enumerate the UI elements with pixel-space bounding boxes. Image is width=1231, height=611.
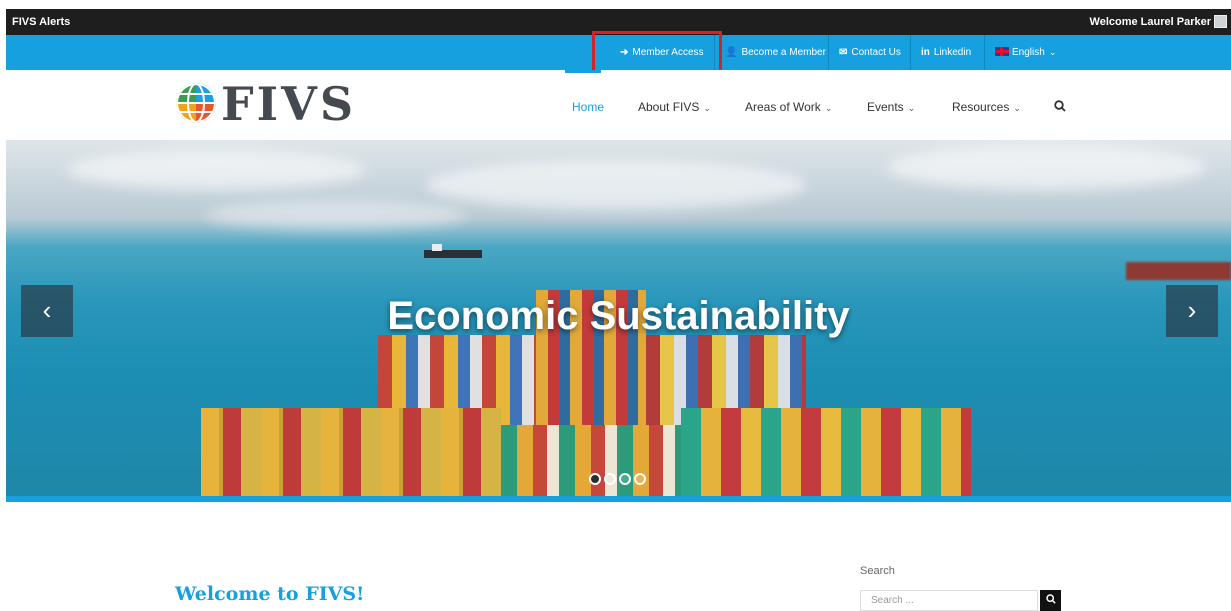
linkedin-icon: in xyxy=(921,47,930,58)
linkedin-link[interactable]: in Linkedin xyxy=(910,35,981,70)
language-selector[interactable]: English ⌄ xyxy=(984,35,1066,70)
hero-divider xyxy=(6,496,1231,502)
chevron-down-icon: ⌄ xyxy=(824,103,833,113)
slider-dot-2[interactable] xyxy=(604,473,616,485)
nav-areas-of-work[interactable]: Areas of Work ⌄ xyxy=(745,70,832,140)
chevron-down-icon: ⌄ xyxy=(703,103,711,113)
fivs-alerts-link[interactable]: FIVS Alerts xyxy=(12,16,70,28)
envelope-icon: ✉ xyxy=(839,47,848,58)
slider-dot-4[interactable] xyxy=(634,473,646,485)
hero-slider: Economic Sustainability ‹ › xyxy=(6,140,1231,496)
become-member-link[interactable]: 👤 Become a Member xyxy=(714,35,836,70)
logo-wordmark[interactable]: FIVS xyxy=(221,77,356,131)
nav-resources-label: Resources xyxy=(952,100,1010,114)
hero-title: Economic Sustainability xyxy=(387,294,850,338)
nav-about-fivs[interactable]: About FIVS ⌄ xyxy=(638,70,711,140)
slider-dot-3[interactable] xyxy=(619,473,631,485)
search-icon xyxy=(1045,594,1056,604)
nav-events[interactable]: Events ⌄ xyxy=(867,70,915,140)
site-header: FIVS Home About FIVS ⌄ Areas of Work ⌄ Eve… xyxy=(6,70,1231,140)
nav-areas-label: Areas of Work xyxy=(745,100,821,114)
nav-active-indicator xyxy=(565,70,601,73)
contact-us-link[interactable]: ✉ Contact Us xyxy=(828,35,911,70)
chevron-down-icon: ⌄ xyxy=(1013,103,1021,113)
nav-home[interactable]: Home xyxy=(572,70,604,140)
linkedin-label: Linkedin xyxy=(933,47,972,58)
nav-about-label: About FIVS xyxy=(638,100,700,114)
user-plus-icon: 👤 xyxy=(725,47,738,58)
tanker-hull xyxy=(1126,262,1231,280)
avatar[interactable] xyxy=(1214,15,1227,28)
next-slide-button[interactable]: › xyxy=(1166,285,1218,337)
language-label: English xyxy=(1012,47,1045,58)
nav-events-label: Events xyxy=(867,100,904,114)
uk-flag-icon xyxy=(995,47,1009,56)
welcome-user[interactable]: Welcome Laurel Parker xyxy=(1090,16,1211,28)
search-submit-button[interactable] xyxy=(1040,590,1061,611)
slider-dot-1[interactable] xyxy=(589,473,601,485)
search-widget-title: Search xyxy=(860,565,895,577)
prev-slide-button[interactable]: ‹ xyxy=(21,285,73,337)
nav-resources[interactable]: Resources ⌄ xyxy=(952,70,1021,140)
chevron-down-icon: ⌄ xyxy=(907,103,916,113)
search-input[interactable]: Search ... xyxy=(860,590,1038,611)
globe-logo-icon[interactable] xyxy=(175,82,217,124)
contact-us-label: Contact Us xyxy=(851,47,901,58)
page-title: Welcome to FIVS! xyxy=(175,583,365,605)
search-icon[interactable] xyxy=(1054,70,1066,140)
chevron-down-icon: ⌄ xyxy=(1048,47,1057,57)
distant-ship xyxy=(424,244,482,258)
become-member-label: Become a Member xyxy=(741,47,826,58)
